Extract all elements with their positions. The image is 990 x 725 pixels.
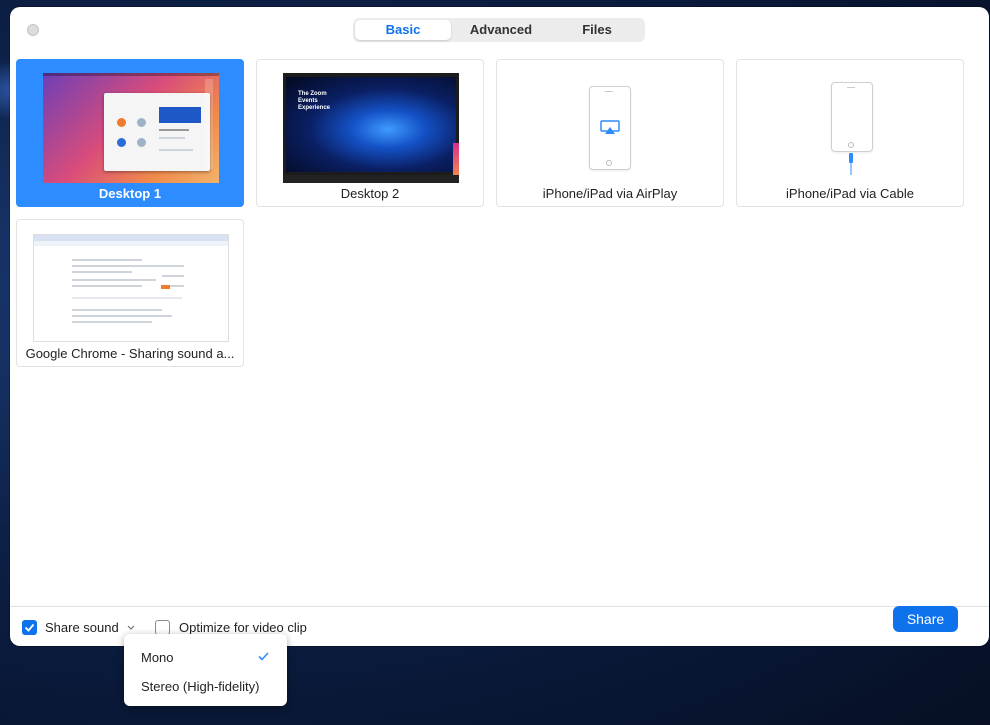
tab-basic[interactable]: Basic: [355, 20, 451, 40]
share-tabs: Basic Advanced Files: [353, 18, 645, 42]
phone-icon: [831, 82, 873, 152]
tile-label: Desktop 2: [340, 186, 400, 201]
desktop-1-thumbnail: [43, 73, 219, 183]
share-button[interactable]: Share: [893, 606, 958, 632]
tile-label: iPhone/iPad via AirPlay: [542, 186, 678, 201]
tile-desktop-1[interactable]: Desktop 1: [16, 59, 244, 207]
dropdown-item-mono[interactable]: Mono: [141, 650, 174, 665]
share-sound-checkbox[interactable]: [22, 620, 37, 635]
optimize-video-label[interactable]: Optimize for video clip: [179, 620, 307, 635]
checkmark-icon: [258, 652, 269, 661]
close-window-button[interactable]: [27, 24, 39, 36]
checkmark-icon: [24, 623, 35, 632]
chrome-thumbnail: [33, 234, 229, 342]
share-sound-dropdown: Mono Stereo (High-fidelity): [124, 634, 287, 706]
share-screen-window: Basic Advanced Files Desktop 1 The Zoom …: [10, 7, 989, 646]
dropdown-item-stereo[interactable]: Stereo (High-fidelity): [141, 679, 260, 694]
tab-files[interactable]: Files: [549, 18, 645, 42]
tab-advanced[interactable]: Advanced: [453, 18, 549, 42]
tile-iphone-cable[interactable]: iPhone/iPad via Cable: [736, 59, 964, 207]
airplay-icon: [600, 120, 620, 134]
cable-icon: [849, 153, 853, 175]
tile-google-chrome[interactable]: Google Chrome - Sharing sound a...: [16, 219, 244, 367]
tile-label: Desktop 1: [98, 186, 162, 201]
chevron-down-icon[interactable]: [127, 625, 135, 631]
tile-label: Google Chrome - Sharing sound a...: [25, 346, 235, 361]
desktop-2-thumbnail: The Zoom Events Experience: [283, 73, 459, 183]
tile-label: iPhone/iPad via Cable: [786, 186, 914, 201]
optimize-video-checkbox[interactable]: [155, 620, 170, 635]
share-sound-label[interactable]: Share sound: [45, 620, 119, 635]
tile-iphone-airplay[interactable]: iPhone/iPad via AirPlay: [496, 59, 724, 207]
tile-desktop-2[interactable]: The Zoom Events Experience Desktop 2: [256, 59, 484, 207]
footer-divider: [10, 606, 989, 607]
phone-icon: [589, 86, 631, 170]
